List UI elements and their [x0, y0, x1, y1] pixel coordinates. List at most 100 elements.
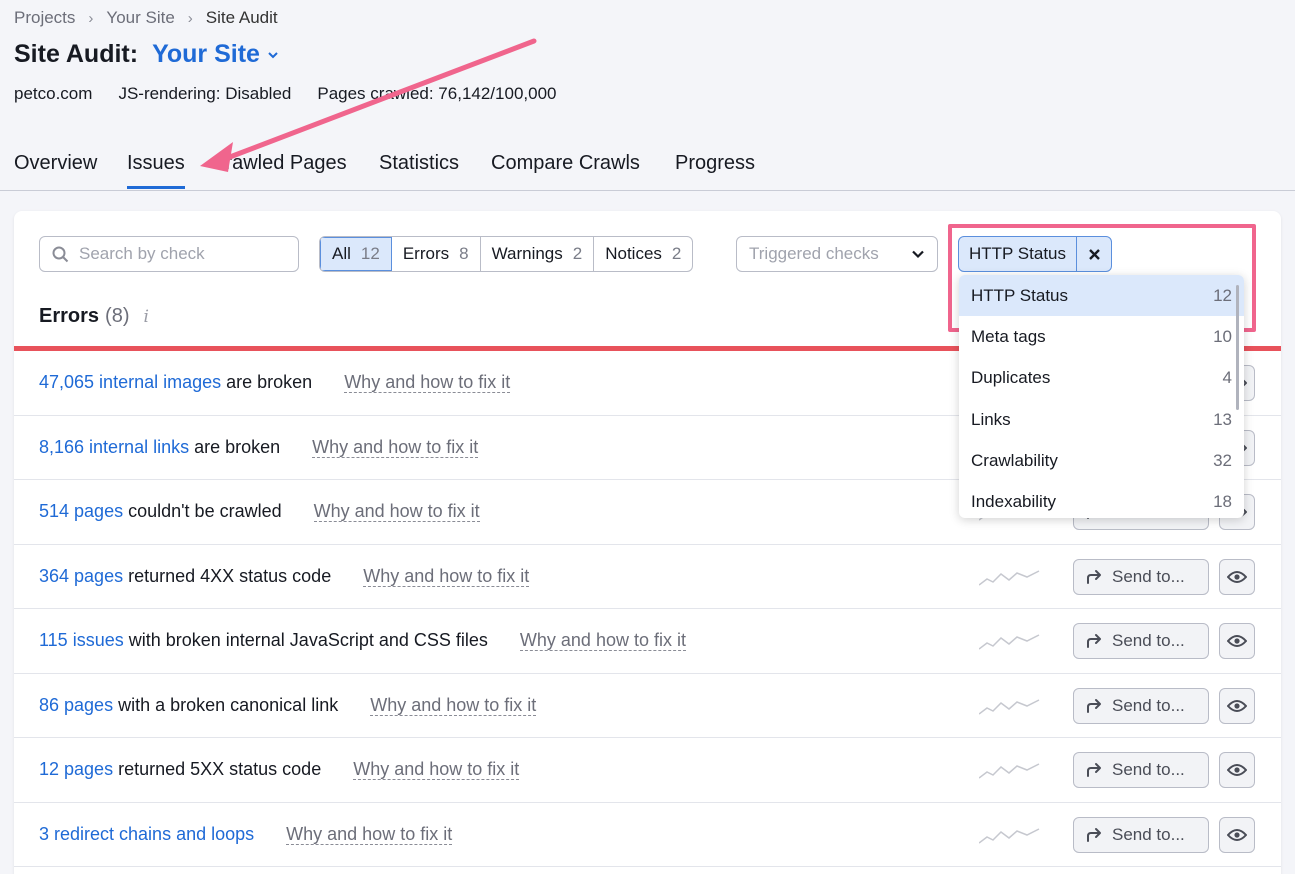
why-how-fix-link[interactable]: Why and how to fix it [313, 501, 480, 523]
issue-link[interactable]: 86 pages [39, 695, 113, 716]
breadcrumb-site-audit: Site Audit [205, 8, 278, 27]
filter-count: 8 [459, 244, 469, 263]
domain-text: petco.com [14, 84, 93, 103]
issue-description: are broken [226, 372, 313, 393]
send-to-button[interactable]: Send to... [1073, 687, 1209, 724]
filter-errors[interactable]: Errors 8 [392, 237, 481, 271]
share-arrow-icon [1087, 569, 1101, 584]
issue-link[interactable]: 47,065 internal images [39, 372, 221, 393]
search-box[interactable] [39, 236, 299, 272]
filter-label: Errors [402, 244, 450, 263]
issue-link[interactable]: 8,166 internal links [39, 437, 189, 458]
option-count: 4 [1222, 368, 1232, 388]
tab-statistics[interactable]: Statistics [379, 152, 459, 186]
filter-warnings[interactable]: Warnings 2 [481, 237, 595, 271]
info-icon[interactable]: i [143, 307, 148, 327]
search-input[interactable] [79, 244, 279, 264]
option-count: 13 [1213, 409, 1232, 429]
dropdown-option[interactable]: Links 13 [959, 399, 1244, 440]
sparkline-icon [979, 763, 1040, 779]
option-count: 18 [1213, 492, 1232, 512]
chevron-down-icon [912, 250, 924, 259]
eye-icon[interactable] [1219, 816, 1255, 853]
filter-count: 12 [360, 244, 380, 263]
send-to-button[interactable]: Send to... [1073, 816, 1209, 853]
issue-link[interactable]: 364 pages [39, 566, 123, 587]
issue-row: 86 pages with a broken canonical link Wh… [14, 674, 1281, 738]
triggered-checks-placeholder: Triggered checks [749, 244, 879, 263]
why-how-fix-link[interactable]: Why and how to fix it [363, 566, 530, 587]
dropdown-option[interactable]: Indexability 18 [959, 481, 1244, 518]
tab-overview[interactable]: Overview [14, 152, 97, 186]
send-to-label: Send to... [1112, 566, 1185, 586]
filter-notices[interactable]: Notices 2 [594, 237, 692, 271]
filter-label: Notices [605, 244, 662, 263]
issue-link[interactable]: 115 issues [39, 630, 124, 651]
triggered-checks-select[interactable]: Triggered checks [736, 236, 938, 272]
share-arrow-icon [1087, 698, 1101, 713]
close-icon[interactable] [1076, 237, 1111, 271]
issue-link[interactable]: 3 redirect chains and loops [39, 824, 254, 845]
project-selector[interactable]: Your Site [152, 40, 280, 69]
share-arrow-icon [1087, 634, 1101, 648]
category-dropdown: HTTP Status 12 Meta tags 10 Duplicates 4 Links… [959, 275, 1244, 518]
issue-link[interactable]: 514 pages [39, 501, 123, 522]
send-to-button[interactable]: Send to... [1073, 558, 1209, 595]
why-how-fix-link[interactable]: Why and how to fix it [353, 759, 520, 781]
dropdown-option[interactable]: HTTP Status 12 [959, 275, 1244, 317]
eye-icon[interactable] [1219, 752, 1255, 788]
option-count: 10 [1213, 326, 1232, 346]
why-how-fix-link[interactable]: Why and how to fix it [344, 372, 511, 394]
send-to-button[interactable]: Send to... [1073, 752, 1209, 788]
pages-crawled-text: Pages crawled: 76,142/100,000 [317, 84, 557, 103]
breadcrumb-projects[interactable]: Projects [14, 8, 75, 28]
breadcrumb-your-site[interactable]: Your Site [106, 8, 174, 28]
tab-crawled-pages[interactable]: Crawled Pages [211, 152, 347, 186]
issue-description: are broken [194, 436, 281, 457]
sparkline-icon [979, 634, 1040, 650]
issue-description: with a broken canonical link [118, 694, 339, 715]
issue-row: 364 pages returned 4XX status code Why a… [14, 545, 1281, 609]
option-label: Links [971, 409, 1011, 429]
send-to-label: Send to... [1112, 695, 1185, 715]
errors-label: Errors [39, 305, 100, 327]
why-how-fix-link[interactable]: Why and how to fix it [312, 437, 479, 458]
filter-count: 2 [671, 244, 682, 263]
filter-all[interactable]: All 12 [320, 237, 392, 271]
issue-row: 3 redirect chains and loops Why and how … [14, 803, 1281, 867]
option-label: Indexability [971, 492, 1057, 512]
option-count: 32 [1213, 450, 1232, 470]
project-name: Your Site [152, 40, 260, 68]
tab-issues[interactable]: Issues [127, 152, 185, 189]
why-how-fix-link[interactable]: Why and how to fix it [519, 630, 686, 652]
page-title-text: Site Audit: [14, 40, 139, 68]
send-to-label: Send to... [1112, 824, 1185, 844]
dropdown-option[interactable]: Duplicates 4 [959, 358, 1244, 399]
issue-row: 115 issues with broken internal JavaScri… [14, 609, 1281, 674]
why-how-fix-link[interactable]: Why and how to fix it [370, 695, 537, 716]
js-rendering-text: JS-rendering: Disabled [118, 84, 292, 103]
issue-link[interactable]: 12 pages [39, 759, 113, 780]
dropdown-option[interactable]: Crawlability 32 [959, 440, 1244, 481]
tab-bar: Overview Issues Crawled Pages Statistics… [0, 150, 1295, 191]
send-to-button[interactable]: Send to... [1073, 623, 1209, 659]
issue-description: couldn't be crawled [128, 501, 282, 522]
dropdown-scrollbar[interactable] [1236, 285, 1239, 410]
issue-row: 12 pages returned 5XX status code Why an… [14, 738, 1281, 803]
tab-compare-crawls[interactable]: Compare Crawls [491, 152, 640, 186]
why-how-fix-link[interactable]: Why and how to fix it [286, 824, 453, 845]
send-to-label: Send to... [1112, 760, 1185, 779]
eye-icon[interactable] [1219, 558, 1255, 595]
eye-icon[interactable] [1219, 623, 1255, 659]
filter-count: 2 [572, 244, 583, 263]
option-label: HTTP Status [971, 285, 1068, 305]
chevron-right-icon: › [187, 9, 193, 27]
category-filter-chip: HTTP Status [958, 236, 1112, 272]
eye-icon[interactable] [1219, 687, 1255, 724]
dropdown-option[interactable]: Meta tags 10 [959, 316, 1244, 357]
sparkline-icon [979, 698, 1040, 715]
sparkline-icon [979, 827, 1040, 844]
breadcrumb: Projects › Your Site › Site Audit [14, 8, 278, 28]
chip-label[interactable]: HTTP Status [959, 237, 1076, 271]
tab-progress[interactable]: Progress [675, 152, 755, 186]
